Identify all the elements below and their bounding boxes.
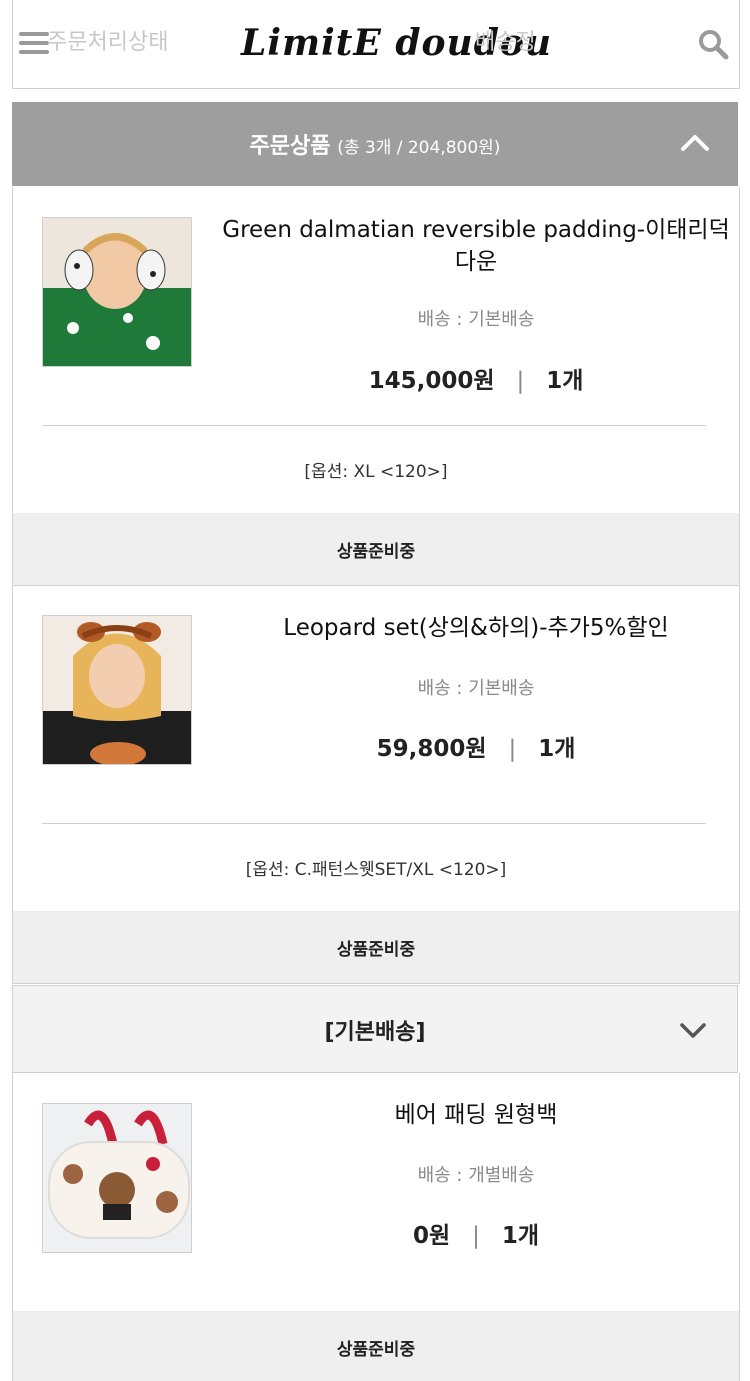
product-price: 0원 bbox=[412, 1223, 451, 1249]
product-name[interactable]: 베어 패딩 원형백 bbox=[213, 1099, 739, 1131]
product-name[interactable]: Leopard set(상의&하의)-추가5%할인 bbox=[213, 612, 739, 644]
order-status: 상품준비중 bbox=[336, 542, 416, 562]
product-image[interactable] bbox=[42, 217, 192, 367]
shipping-type: 배송 : 기본배송 bbox=[417, 309, 535, 330]
product-name[interactable]: Green dalmatian reversible padding-이태리덕다… bbox=[213, 214, 739, 278]
order-status: 상품준비중 bbox=[336, 1340, 416, 1360]
price-quantity-separator: | bbox=[472, 1223, 480, 1249]
status-bar: 상품준비중 bbox=[13, 911, 739, 984]
ordered-products-title: 주문상품 bbox=[249, 134, 331, 159]
product-quantity: 1개 bbox=[546, 368, 584, 394]
menu-icon[interactable] bbox=[19, 32, 49, 54]
product-price: 59,800원 bbox=[376, 736, 487, 762]
chevron-up-icon[interactable] bbox=[680, 132, 710, 152]
top-navigation-bar: 주문처리상태 LimitE doudou 배송정 bbox=[12, 0, 740, 89]
ghost-tab-order-status: 주문처리상태 bbox=[47, 30, 169, 55]
shipping-type: 배송 : 개별배송 bbox=[417, 1165, 535, 1186]
order-item: Green dalmatian reversible padding-이태리덕다… bbox=[12, 187, 740, 586]
product-image[interactable] bbox=[42, 615, 192, 765]
order-status: 상품준비중 bbox=[336, 940, 416, 960]
status-bar: 상품준비중 bbox=[13, 513, 739, 586]
shipping-group-title: [기본배송] bbox=[324, 1020, 426, 1045]
product-quantity: 1개 bbox=[538, 736, 576, 762]
shipping-group-header[interactable]: [기본배송] bbox=[12, 985, 738, 1073]
divider bbox=[42, 425, 706, 426]
product-quantity: 1개 bbox=[501, 1223, 540, 1249]
product-price: 145,000원 bbox=[368, 368, 495, 394]
price-quantity-separator: | bbox=[508, 736, 517, 762]
ghost-tab-shipping: 배송정 bbox=[475, 30, 536, 55]
chevron-down-icon[interactable] bbox=[679, 1022, 707, 1040]
product-option: [옵션: XL <120>] bbox=[304, 462, 448, 482]
shipping-type: 배송 : 기본배송 bbox=[417, 678, 535, 699]
product-option: [옵션: C.패턴스웻SET/XL <120>] bbox=[245, 860, 507, 880]
ordered-products-summary: (총 3개 / 204,800원) bbox=[337, 138, 501, 158]
product-image[interactable] bbox=[42, 1103, 192, 1253]
divider bbox=[42, 823, 706, 824]
price-quantity-separator: | bbox=[516, 368, 525, 394]
order-item: 베어 패딩 원형백 배송 : 개별배송 0원 | 1개 상품준비중 bbox=[12, 1073, 740, 1381]
ordered-products-header[interactable]: 주문상품 (총 3개 / 204,800원) bbox=[12, 102, 738, 186]
status-bar: 상품준비중 bbox=[13, 1311, 739, 1381]
order-item: Leopard set(상의&하의)-추가5%할인 배송 : 기본배송 59,8… bbox=[12, 586, 740, 984]
search-icon[interactable] bbox=[697, 28, 729, 60]
